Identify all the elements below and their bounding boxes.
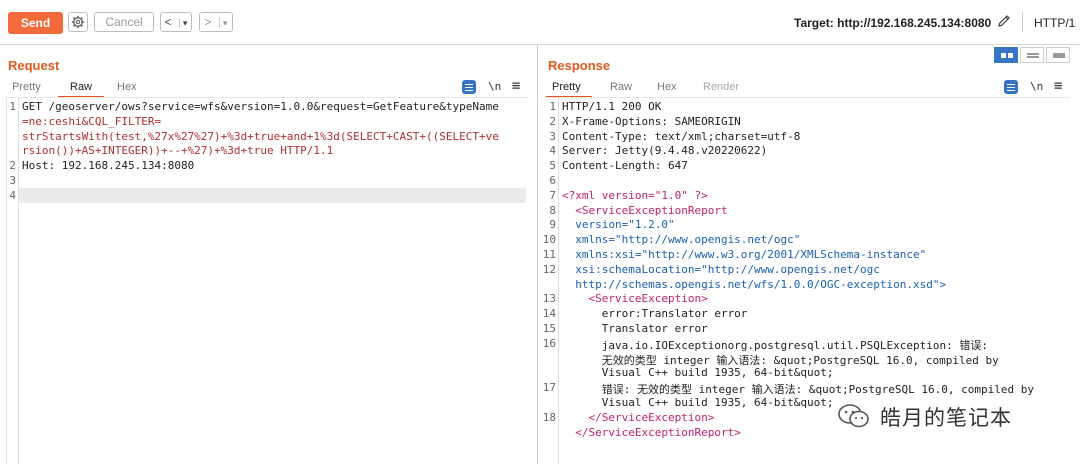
request-code-line: strStartsWith(test,%27x%27%27)+%3d+true+… [22,129,499,143]
watermark: 皓月的笔记本 [836,400,1056,430]
columns-icon [1001,53,1013,58]
response-menu-icon[interactable]: ≡ [1054,78,1062,94]
settings-button[interactable] [68,12,88,32]
layout-stacked-button[interactable] [1020,47,1044,63]
forward-button[interactable]: > ▾ [199,12,233,32]
watermark-text: 皓月的笔记本 [880,406,1012,430]
response-line-number: 6 [549,174,556,187]
request-tab-raw[interactable]: Raw [70,81,92,93]
response-line-number: 8 [549,203,556,217]
response-code-line: version="1.2.0" [562,218,675,232]
response-line-number: 16 [542,336,556,350]
response-line-number: 18 [542,410,556,424]
response-code-line: <?xml version="1.0" ?> [562,188,708,202]
request-menu-icon[interactable]: ≡ [512,78,520,94]
response-code-line: Translator error [562,322,708,335]
response-gutter [558,98,559,464]
response-code-line: Server: Jetty(9.4.48.v20220622) [562,144,768,158]
response-code-line: xmlns="http://www.opengis.net/ogc" [562,233,801,247]
response-code-line: HTTP/1.1 200 OK [562,100,662,113]
pencil-icon [998,15,1010,27]
request-current-line [19,188,526,203]
tabs-icon [1053,53,1065,58]
send-button[interactable]: Send [8,12,63,34]
response-line-number: 9 [549,218,556,232]
response-editor-top [545,97,1070,98]
target-label: Target: http://192.168.245.134:8080 [794,16,992,30]
request-tab-hex[interactable]: Hex [117,81,137,93]
response-wrap-toggle-icon[interactable] [1004,80,1018,94]
response-tab-hex[interactable]: Hex [657,81,677,93]
response-code-line: 错误: 无效的类型 integer 输入语法: &quot;PostgreSQL… [562,383,1034,397]
layout-tabs-button[interactable] [1046,47,1070,63]
response-newline-toggle[interactable]: \n [1030,80,1043,93]
response-code-line: Content-Type: text/xml;charset=utf-8 [562,129,801,143]
response-code-line: http://schemas.opengis.net/wfs/1.0.0/OGC… [562,277,947,291]
forward-label: > [204,15,212,29]
forward-dropdown-icon[interactable]: ▾ [218,18,228,28]
request-line-number: 3 [9,174,16,187]
response-title: Response [548,58,611,73]
request-editor-top [6,97,528,98]
response-line-number: 2 [549,114,556,128]
request-gutter [18,98,19,464]
response-code-line: </ServiceExceptionReport> [562,425,741,439]
rows-icon [1027,53,1039,58]
request-line-number: 2 [9,159,16,173]
http-version-label[interactable]: HTTP/1 [1034,16,1075,30]
response-line-number: 13 [542,292,556,306]
response-line-number: 10 [542,233,556,247]
layout-side-by-side-button[interactable] [994,47,1018,63]
cancel-button[interactable]: Cancel [94,12,154,32]
request-newline-toggle[interactable]: \n [488,80,501,93]
response-code-line: xsi:schemaLocation="http://www.opengis.n… [562,262,880,276]
request-code-line: =ne:ceshi&CQL_FILTER= [22,114,162,128]
response-code-line: X-Frame-Options: SAMEORIGIN [562,114,741,128]
response-line-number: 3 [549,129,556,143]
panel-divider[interactable] [537,44,538,464]
request-code-line: Host: 192.168.245.134:8080 [22,159,195,173]
response-line-number: 7 [549,188,556,202]
response-line-number: 15 [542,322,556,335]
response-line-number: 5 [549,159,556,173]
request-tab-pretty[interactable]: Pretty [12,81,41,93]
response-code-line: <ServiceException> [562,292,708,306]
back-dropdown-icon[interactable]: ▾ [178,18,188,28]
request-line-number: 4 [9,188,16,202]
response-line-number: 14 [542,307,556,321]
layout-toggle [994,47,1070,63]
response-line-number: 12 [542,262,556,276]
response-tab-render[interactable]: Render [703,81,739,93]
back-button[interactable]: < ▾ [160,12,192,32]
response-code-line: Content-Length: 647 [562,159,688,173]
response-code-line: Visual C++ build 1935, 64-bit&quot; [562,366,834,380]
response-code-line: Visual C++ build 1935, 64-bit&quot; [562,396,834,409]
request-editor-border [6,98,7,464]
request-code-line: rsion())+AS+INTEGER))+--+%27)+%3d+true H… [22,144,334,158]
response-code-line: </ServiceException> [562,410,715,424]
wechat-icon [838,404,869,428]
response-tab-raw[interactable]: Raw [610,81,632,93]
request-line-number: 1 [9,100,16,113]
response-line-number: 11 [542,248,556,261]
response-code-line: error:Translator error [562,307,748,321]
gear-icon [71,15,85,29]
request-wrap-toggle-icon[interactable] [462,80,476,94]
response-code-line: 无效的类型 integer 输入语法: &quot;PostgreSQL 16.… [562,353,999,367]
response-code-line: <ServiceExceptionReport [562,203,728,217]
response-line-number: 4 [549,144,556,158]
response-line-number: 1 [549,100,556,113]
response-code-line: xmlns:xsi="http://www.w3.org/2001/XMLSch… [562,248,927,261]
request-title: Request [8,58,60,73]
edit-target-button[interactable] [996,13,1012,32]
response-line-number: 17 [542,381,556,395]
toolbar: Send Cancel < ▾ > ▾ Target: http://192.1… [0,0,1080,45]
request-code-line: GET /geoserver/ows?service=wfs&version=1… [22,100,499,113]
response-tab-pretty[interactable]: Pretty [552,81,581,93]
toolbar-divider [1022,12,1023,32]
back-label: < [164,15,172,29]
response-code-line: java.io.IOExceptionorg.postgresql.util.P… [562,338,988,352]
